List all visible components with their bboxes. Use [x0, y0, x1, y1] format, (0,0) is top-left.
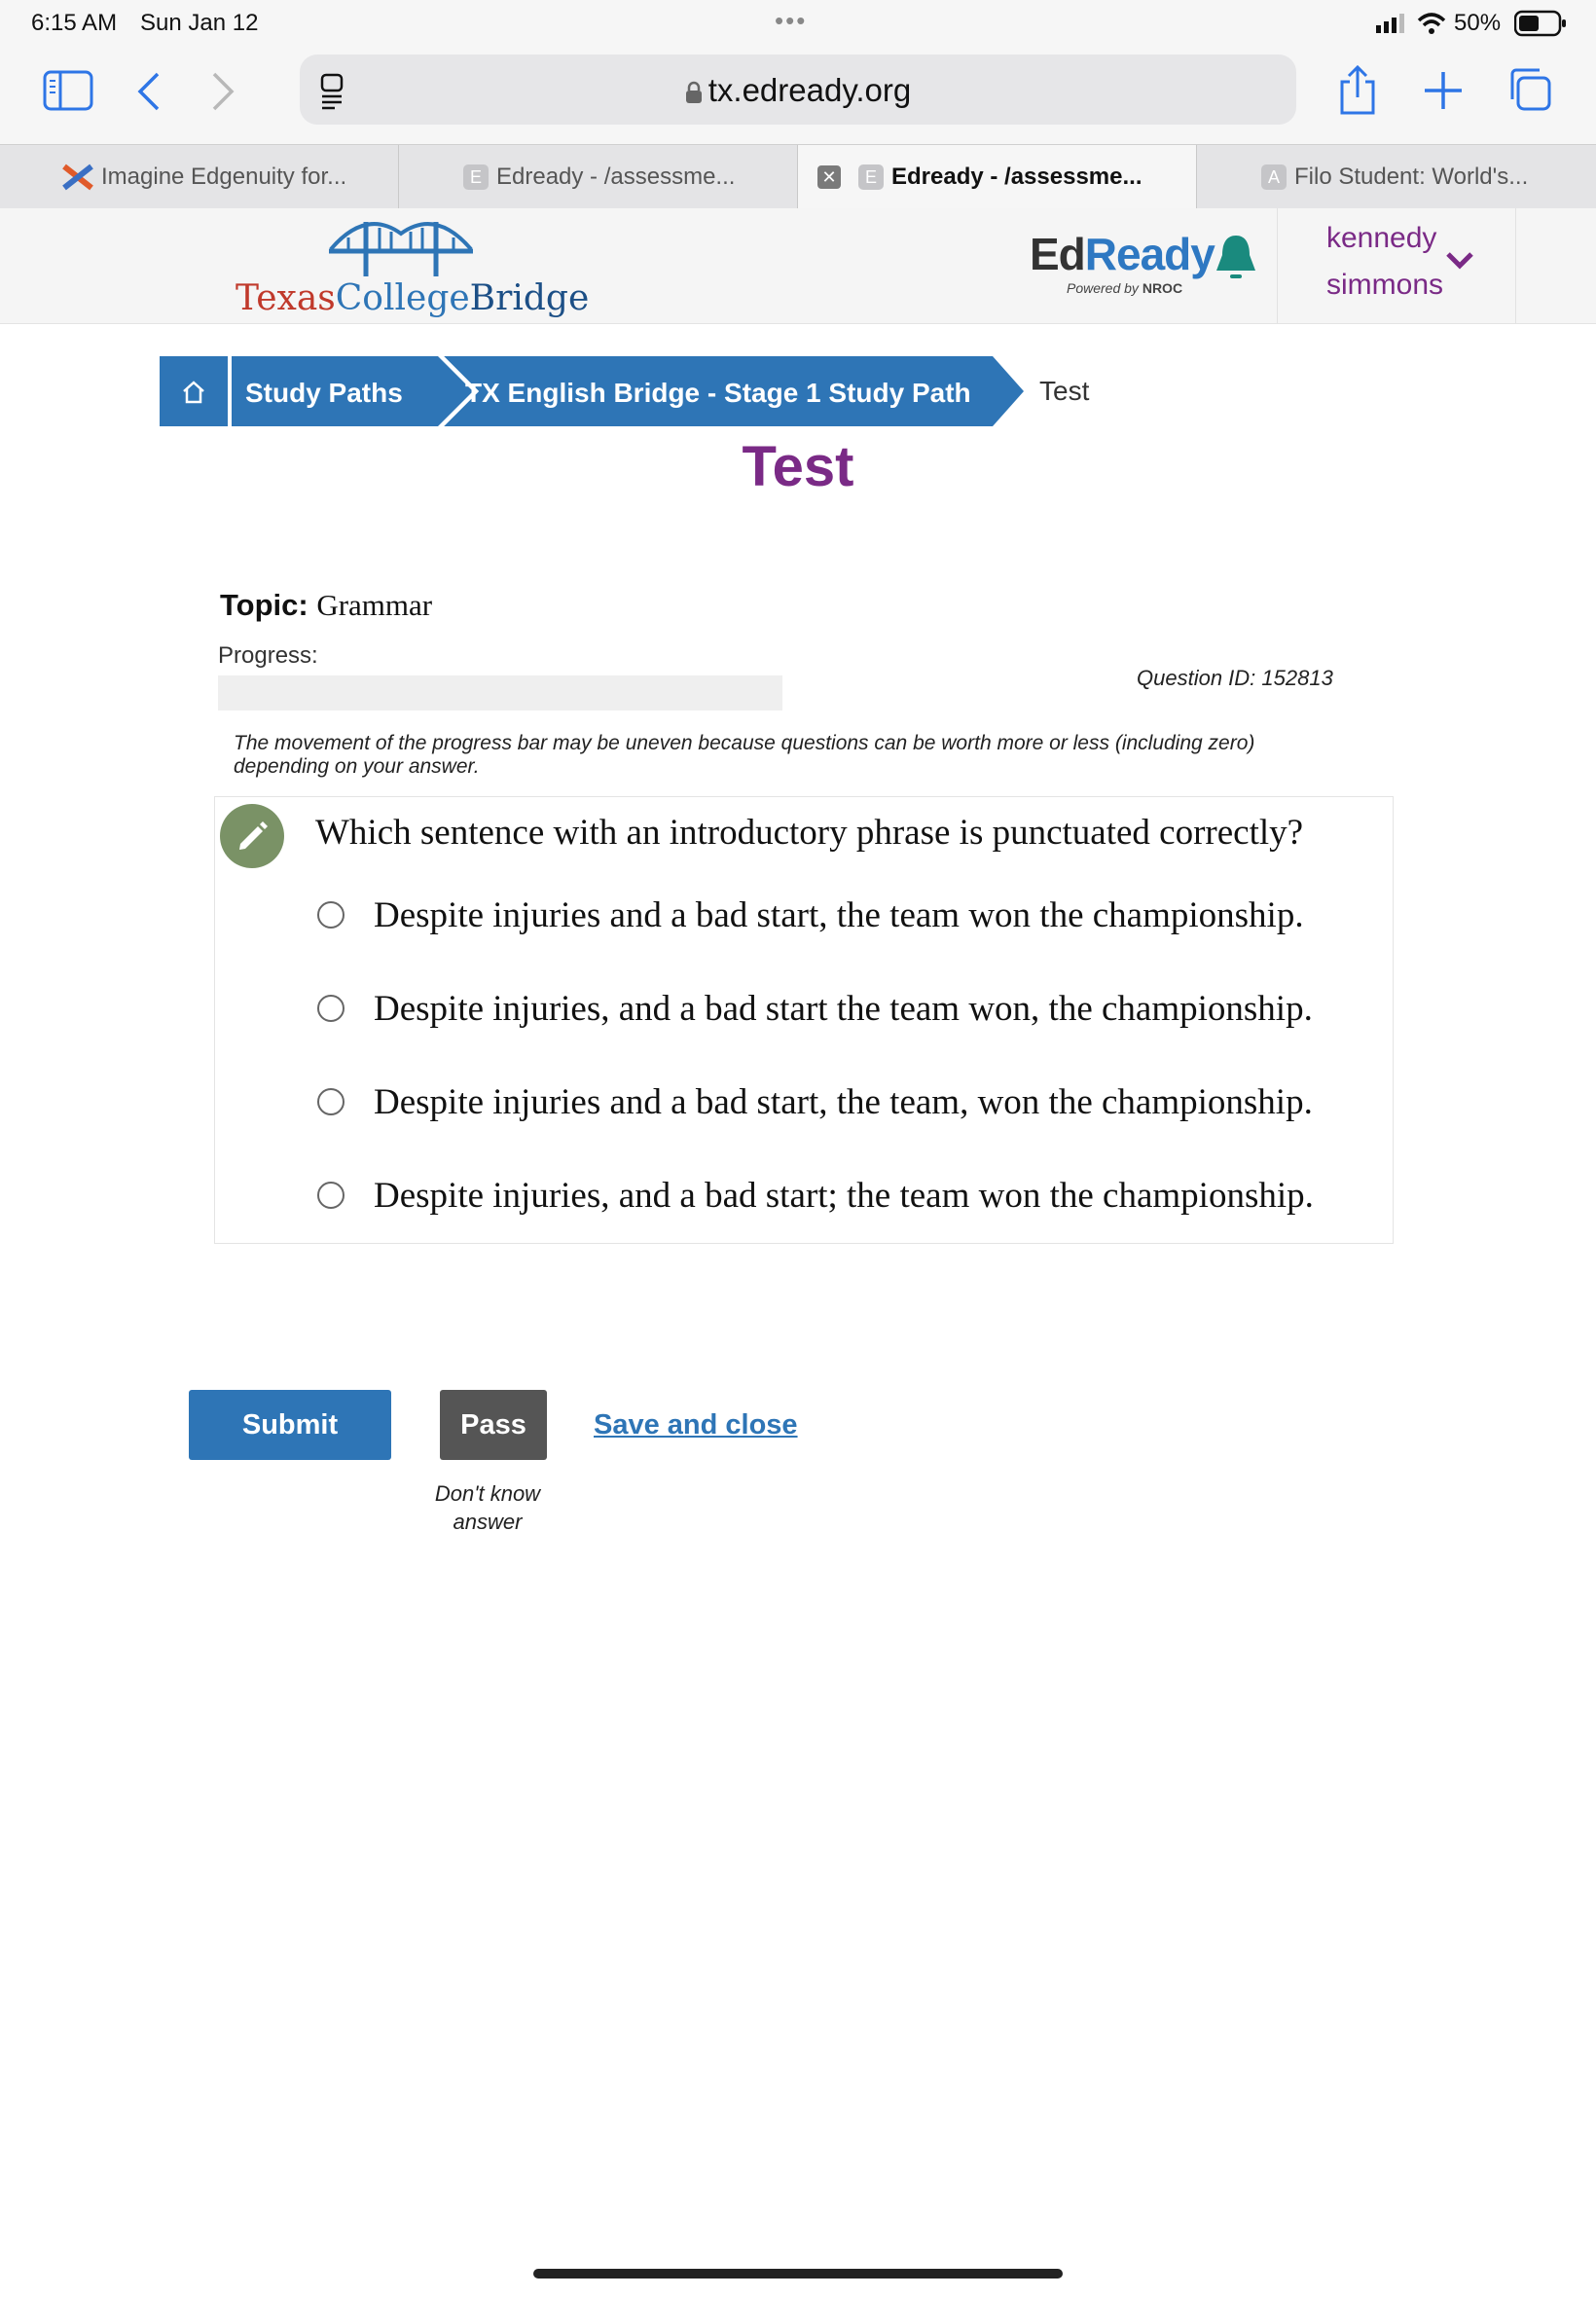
- progress-bar: [218, 675, 782, 711]
- radio-button[interactable]: [317, 1088, 345, 1115]
- breadcrumb-item[interactable]: TX English Bridge - Stage 1 Study Path: [465, 378, 971, 409]
- question-id: Question ID: 152813: [1137, 666, 1333, 690]
- tab-strip: Imagine Edgenuity for... E Edready - /as…: [0, 144, 1596, 210]
- multitask-dots-icon[interactable]: •••: [775, 6, 807, 36]
- tab-title: Imagine Edgenuity for...: [101, 164, 347, 190]
- page-title: Test: [742, 435, 854, 498]
- answer-option[interactable]: Despite injuries, and a bad start; the t…: [317, 1166, 1314, 1224]
- back-icon[interactable]: [136, 72, 162, 111]
- answer-option[interactable]: Despite injuries and a bad start, the te…: [317, 886, 1304, 944]
- tab-overview-icon[interactable]: [1506, 66, 1553, 113]
- tab-edready-2[interactable]: ✕ E Edready - /assessme...: [798, 145, 1197, 209]
- edready-logo[interactable]: EdReady: [1030, 228, 1215, 280]
- url-display[interactable]: tx.edready.org: [300, 72, 1296, 109]
- favicon-e-icon: E: [858, 164, 884, 190]
- status-time: 6:15 AM: [31, 10, 118, 36]
- status-date: Sun Jan 12: [140, 10, 259, 36]
- powered-by-nroc: Powered by NROC: [1067, 280, 1183, 296]
- tab-edready-1[interactable]: E Edready - /assessme...: [399, 145, 798, 209]
- site-header: TexasCollegeBridge EdReady Powered by NR…: [0, 208, 1596, 324]
- radio-button[interactable]: [317, 995, 345, 1022]
- breadcrumb-home[interactable]: [160, 356, 228, 426]
- close-tab-icon[interactable]: ✕: [817, 165, 841, 189]
- home-indicator[interactable]: [533, 2269, 1063, 2279]
- notification-bell-icon[interactable]: [1213, 232, 1259, 286]
- pencil-icon: [239, 821, 268, 850]
- bridge-logo-icon[interactable]: [327, 212, 475, 278]
- lock-icon: [685, 81, 702, 103]
- user-first-name: kennedy: [1326, 222, 1437, 254]
- pass-button[interactable]: Pass: [440, 1390, 547, 1460]
- breadcrumb-current: Test: [1039, 376, 1090, 406]
- progress-label: Progress:: [218, 642, 318, 669]
- home-icon: [183, 381, 204, 404]
- user-menu[interactable]: kennedy simmons: [1277, 208, 1516, 323]
- topic-value: Grammar: [316, 588, 433, 622]
- answer-option-text[interactable]: Despite injuries, and a bad start; the t…: [374, 1175, 1314, 1217]
- address-bar[interactable]: tx.edready.org: [300, 55, 1296, 125]
- tab-imagine-edgenuity[interactable]: Imagine Edgenuity for...: [0, 145, 399, 209]
- tab-filo-student[interactable]: A Filo Student: World's...: [1197, 145, 1596, 209]
- texas-college-bridge-logo[interactable]: TexasCollegeBridge: [236, 278, 589, 318]
- question-prompt: Which sentence with an introductory phra…: [315, 813, 1304, 853]
- sidebar-icon[interactable]: [43, 70, 93, 111]
- wifi-icon: [1417, 13, 1446, 34]
- url-text: tx.edready.org: [707, 72, 912, 108]
- favicon-e-icon: E: [463, 164, 489, 190]
- favicon-a-icon: A: [1261, 164, 1287, 190]
- chevron-down-icon[interactable]: [1445, 251, 1474, 271]
- tab-title: Filo Student: World's...: [1294, 164, 1529, 190]
- battery-percent: 50%: [1454, 10, 1502, 36]
- question-badge: [220, 804, 284, 868]
- submit-button[interactable]: Submit: [189, 1390, 391, 1460]
- answer-option-text[interactable]: Despite injuries and a bad start, the te…: [374, 894, 1304, 936]
- answer-option-text[interactable]: Despite injuries, and a bad start the te…: [374, 988, 1313, 1030]
- new-tab-icon[interactable]: [1423, 70, 1464, 111]
- user-last-name: simmons: [1326, 269, 1444, 301]
- radio-button[interactable]: [317, 901, 345, 929]
- x-logo-icon: [62, 164, 93, 191]
- forward-icon[interactable]: [210, 72, 236, 111]
- status-bar: 6:15 AM Sun Jan 12 ••• 50%: [0, 0, 1596, 47]
- save-and-close-link[interactable]: Save and close: [594, 1409, 798, 1441]
- battery-icon: [1514, 10, 1566, 37]
- radio-button[interactable]: [317, 1182, 345, 1209]
- answer-option[interactable]: Despite injuries and a bad start, the te…: [317, 1073, 1313, 1131]
- tab-title: Edready - /assessme...: [496, 164, 736, 190]
- answer-option-text[interactable]: Despite injuries and a bad start, the te…: [374, 1081, 1313, 1123]
- share-icon[interactable]: [1337, 64, 1378, 117]
- tab-title: Edready - /assessme...: [891, 164, 1143, 190]
- topic: Topic: Grammar: [220, 588, 432, 623]
- cellular-signal-icon: [1376, 14, 1404, 33]
- answer-option[interactable]: Despite injuries, and a bad start the te…: [317, 979, 1313, 1038]
- pass-hint: Don't know answer: [434, 1481, 541, 1534]
- breadcrumb-item[interactable]: Study Paths: [245, 378, 403, 409]
- progress-note: The movement of the progress bar may be …: [234, 732, 1255, 778]
- topic-label: Topic:: [220, 588, 308, 622]
